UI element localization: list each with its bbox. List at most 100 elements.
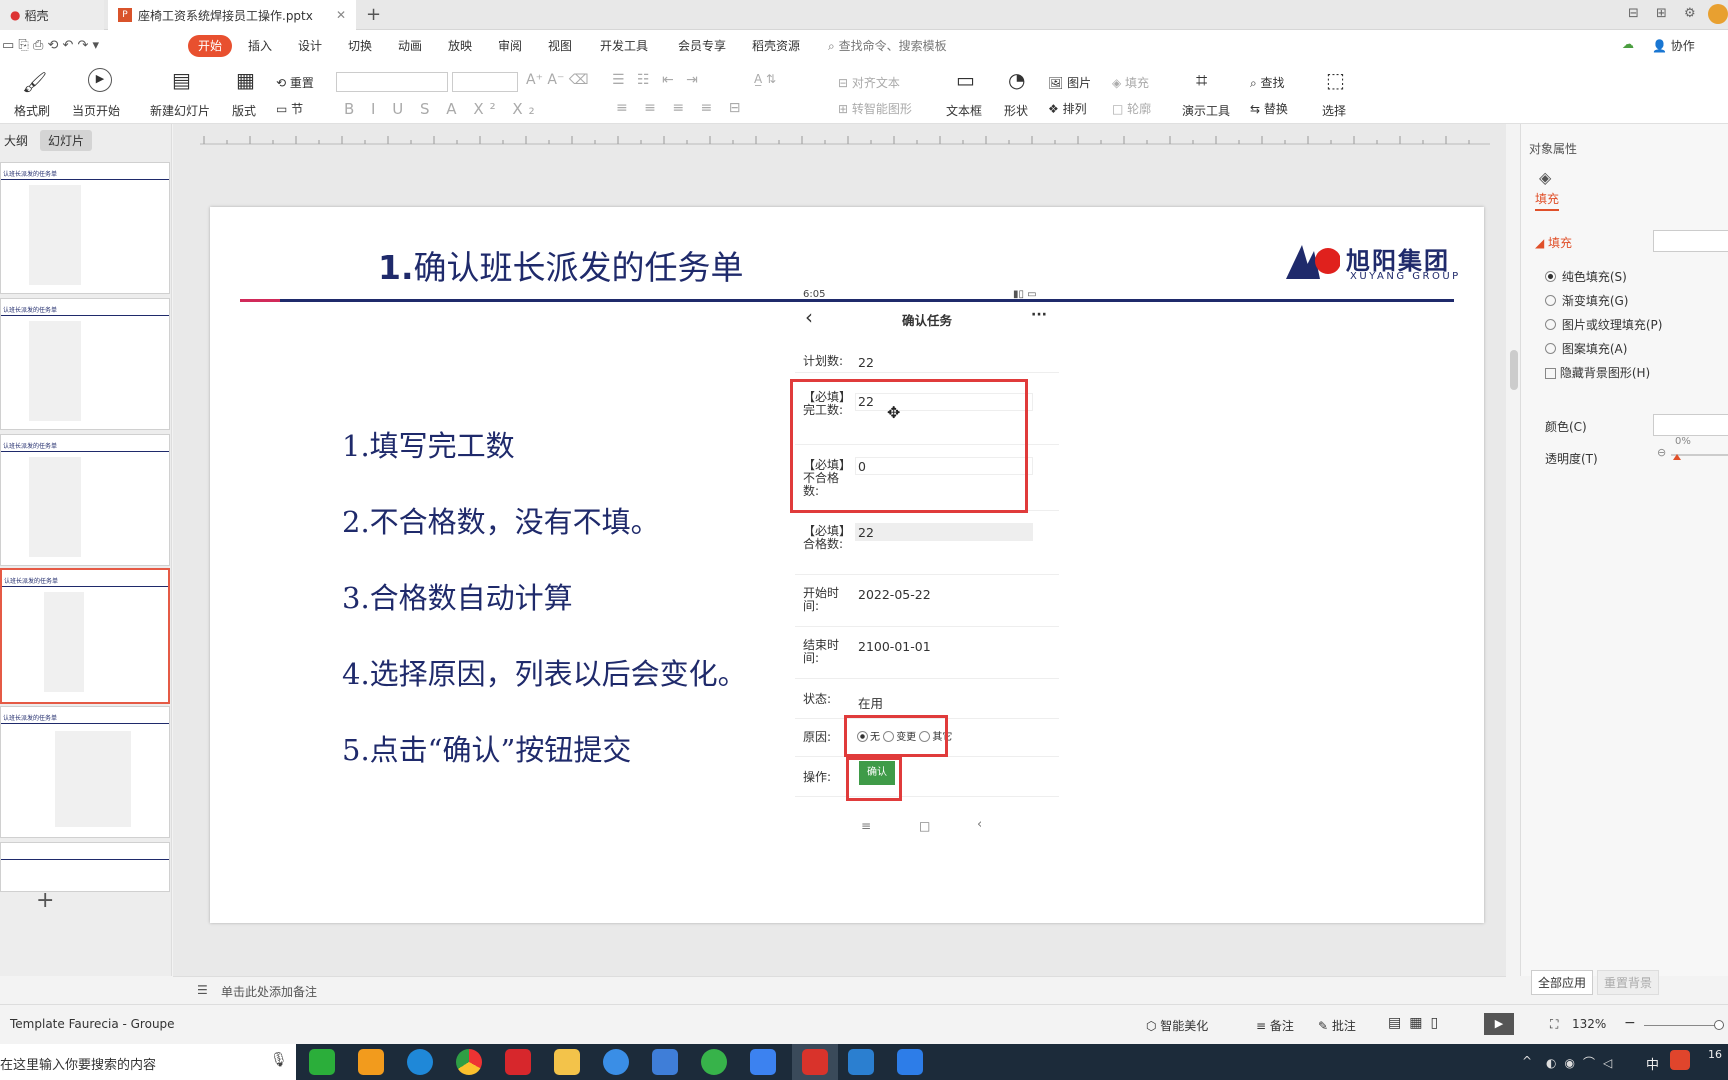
- app-icon-blue-round[interactable]: [603, 1049, 629, 1075]
- menu-animation[interactable]: 动画: [398, 37, 422, 54]
- menu-transition[interactable]: 切换: [348, 37, 372, 54]
- format-painter-icon[interactable]: 🖌: [22, 70, 47, 94]
- font-size-select[interactable]: [452, 72, 518, 92]
- select-icon[interactable]: ⬚: [1326, 68, 1345, 92]
- font-style-icons[interactable]: B I U S A X² X₂: [344, 100, 541, 118]
- fill-option-solid[interactable]: 纯色填充(S): [1545, 268, 1627, 285]
- smartart-button[interactable]: ⊞ 转智能图形: [838, 100, 912, 117]
- menu-docer[interactable]: 稻壳资源: [752, 37, 800, 54]
- zoom-fit-icon[interactable]: ⛶: [1550, 1017, 1558, 1032]
- slide-thumbnail[interactable]: 认班长派发的任务单: [0, 162, 170, 294]
- remote-desktop-icon[interactable]: [848, 1049, 874, 1075]
- textbox-label[interactable]: 文本框: [946, 102, 982, 119]
- shape-label[interactable]: 形状: [1004, 102, 1028, 119]
- format-painter-label[interactable]: 格式刷: [14, 102, 50, 119]
- find-button[interactable]: ⌕ 查找: [1250, 74, 1285, 91]
- layout-label[interactable]: 版式: [232, 102, 256, 119]
- vertical-scrollbar[interactable]: [1510, 130, 1520, 950]
- microphone-icon[interactable]: 🎙: [270, 1052, 288, 1068]
- feishu-icon[interactable]: [652, 1049, 678, 1075]
- ime-indicator[interactable]: 中: [1646, 1054, 1659, 1073]
- textbox-icon[interactable]: ▭: [956, 68, 975, 92]
- chrome-icon[interactable]: [456, 1049, 482, 1075]
- present-tools-label[interactable]: 演示工具: [1182, 102, 1230, 119]
- clock[interactable]: 16: [1708, 1048, 1722, 1061]
- tray-icons[interactable]: ◐◉⌒◁: [1546, 1054, 1620, 1071]
- reset-button[interactable]: ⟲ 重置: [276, 74, 314, 91]
- fill-type-select[interactable]: [1653, 230, 1728, 252]
- youdao-icon[interactable]: [505, 1049, 531, 1075]
- menu-developer[interactable]: 开发工具: [600, 37, 648, 54]
- outline-tab[interactable]: 大纲: [4, 132, 28, 149]
- align-icons[interactable]: ≡ ≡ ≡ ≡ ⊟: [616, 100, 746, 116]
- app-icon-chart[interactable]: [897, 1049, 923, 1075]
- fill-button[interactable]: ◈ 填充: [1112, 74, 1149, 91]
- slides-tab[interactable]: 幻灯片: [40, 130, 93, 151]
- align-text-button[interactable]: ⊟ 对齐文本: [838, 74, 900, 91]
- slideshow-play-icon[interactable]: ▶: [1484, 1013, 1514, 1035]
- nav-menu-icon[interactable]: ≡: [861, 819, 871, 833]
- zoom-out-icon[interactable]: −: [1624, 1015, 1636, 1031]
- transparency-slider-thumb[interactable]: [1673, 454, 1681, 460]
- arrange-button[interactable]: ❖ 排列: [1048, 100, 1087, 117]
- slide-thumbnail[interactable]: 认班长派发的任务单: [0, 706, 170, 838]
- new-slide-icon[interactable]: ▤: [172, 68, 191, 92]
- menu-insert[interactable]: 插入: [248, 37, 272, 54]
- template-name[interactable]: Template Faurecia - Groupe: [10, 1017, 175, 1031]
- tab-document[interactable]: P 座椅工资系统焊接员工操作.pptx ✕: [108, 0, 356, 30]
- taskbar-search-box[interactable]: 在这里输入你要搜索的内容 🎙: [0, 1044, 296, 1080]
- scrollbar-thumb[interactable]: [1510, 350, 1518, 390]
- reset-bg-button[interactable]: 重置背景: [1597, 970, 1660, 995]
- quick-access-icons[interactable]: ▭ ⎘ ⎙ ⟲ ↶ ↷ ▾: [2, 38, 99, 53]
- file-explorer-icon[interactable]: [554, 1049, 580, 1075]
- apps-grid-icon[interactable]: ⊞: [1656, 6, 1667, 21]
- picture-button[interactable]: 🖼 图片: [1048, 74, 1091, 91]
- command-search[interactable]: ⌕ 查找命令、搜索模板: [828, 37, 947, 54]
- section-button[interactable]: ▭ 节: [276, 100, 303, 117]
- play-icon[interactable]: ▶: [88, 68, 112, 92]
- comments-button[interactable]: ✎ 批注: [1318, 1017, 1356, 1034]
- zoom-level[interactable]: 132%: [1572, 1017, 1606, 1031]
- wps-taskbar-active[interactable]: [792, 1044, 838, 1080]
- menu-view[interactable]: 视图: [548, 37, 572, 54]
- app-icon-blue[interactable]: [750, 1049, 776, 1075]
- text-direction-icons[interactable]: A̲ ⇅: [754, 72, 776, 86]
- avatar[interactable]: [1708, 4, 1728, 24]
- view-mode-icons[interactable]: ▤▦▯: [1388, 1015, 1446, 1031]
- app-icon-orange[interactable]: [358, 1049, 384, 1075]
- nav-home-icon[interactable]: □: [919, 819, 930, 833]
- layout-icon[interactable]: ▦: [236, 68, 255, 92]
- replace-button[interactable]: ⇆ 替换: [1250, 100, 1288, 117]
- window-layout-icon[interactable]: ⊟: [1628, 6, 1639, 21]
- fill-section-header[interactable]: ◢ 填充: [1535, 234, 1572, 251]
- slide-thumbnail[interactable]: [0, 842, 170, 892]
- select-label[interactable]: 选择: [1322, 102, 1346, 119]
- present-tools-icon[interactable]: ⌗: [1196, 68, 1207, 92]
- wechat-icon[interactable]: [309, 1049, 335, 1075]
- beautify-button[interactable]: ⬡ 智能美化: [1146, 1017, 1208, 1034]
- menu-start[interactable]: 开始: [188, 35, 232, 57]
- new-tab-icon[interactable]: +: [366, 4, 381, 25]
- app-icon-green[interactable]: [701, 1049, 727, 1075]
- fill-bucket-icon[interactable]: ◈: [1539, 168, 1551, 187]
- font-name-select[interactable]: [336, 72, 448, 92]
- transparency-minus-icon[interactable]: ⊖: [1657, 446, 1666, 459]
- tray-expand-icon[interactable]: ^: [1522, 1054, 1532, 1068]
- menu-review[interactable]: 审阅: [498, 37, 522, 54]
- menu-member[interactable]: 会员专享: [678, 37, 726, 54]
- zoom-slider-thumb[interactable]: [1714, 1020, 1724, 1030]
- slide[interactable]: 1.确认班长派发的任务单 旭阳集团 XUYANG GROUP 1.填写完工数 2…: [210, 207, 1484, 923]
- more-icon[interactable]: ···: [1031, 307, 1047, 323]
- add-slide-icon[interactable]: +: [36, 888, 54, 913]
- sogou-icon[interactable]: [1670, 1050, 1690, 1070]
- collab-button[interactable]: 👤 协作: [1652, 37, 1695, 54]
- shape-icon[interactable]: ◔: [1008, 68, 1025, 92]
- color-picker[interactable]: [1653, 414, 1728, 436]
- new-slide-label[interactable]: 新建幻灯片: [150, 102, 210, 119]
- cloud-sync-icon[interactable]: ☁: [1622, 37, 1634, 51]
- apply-all-button[interactable]: 全部应用: [1531, 970, 1594, 995]
- fill-option-picture[interactable]: 图片或纹理填充(P): [1545, 316, 1662, 333]
- slide-thumbnail[interactable]: 认班长派发的任务单: [0, 434, 170, 566]
- settings-icon[interactable]: ⚙: [1684, 6, 1696, 21]
- zoom-slider[interactable]: [1644, 1025, 1724, 1026]
